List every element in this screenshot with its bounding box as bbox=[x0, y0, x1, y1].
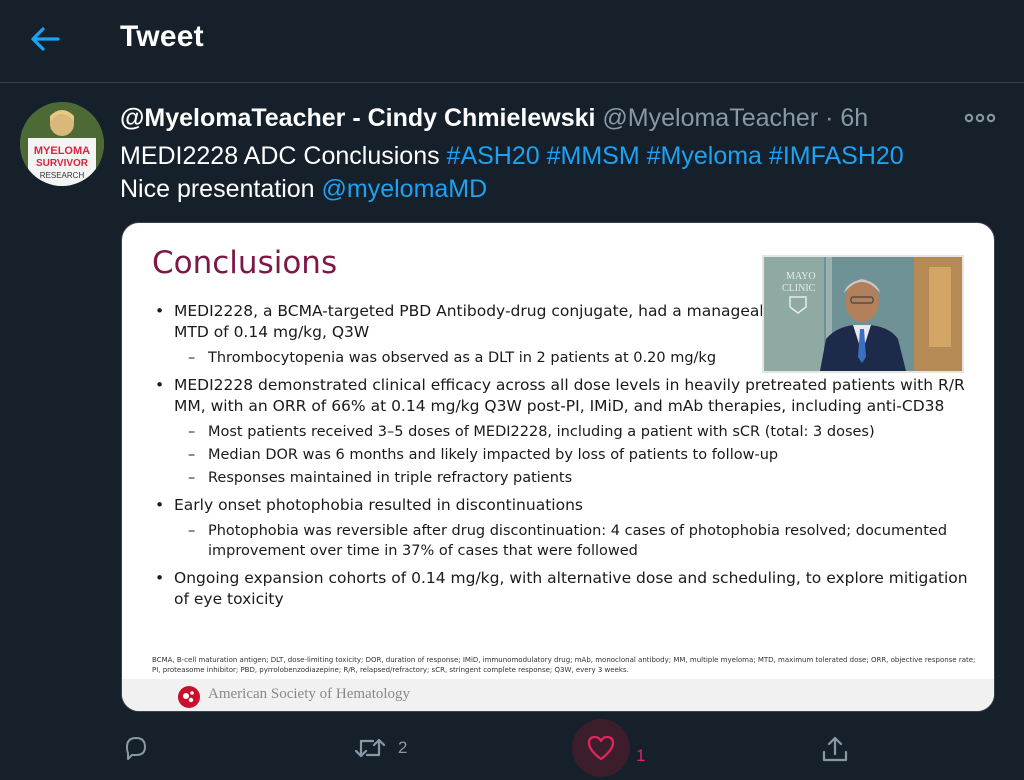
heart-icon bbox=[587, 735, 615, 761]
presentation-slide: Conclusions MEDI2228, a BCMA-targeted PB… bbox=[122, 223, 994, 711]
hashtag-link[interactable]: #IMFASH20 bbox=[769, 142, 904, 170]
slide-sub-bullet: Photophobia was reversible after drug di… bbox=[152, 521, 972, 561]
presenter-video: MAYO CLINIC bbox=[762, 255, 964, 373]
avatar-text-2: SURVIVOR bbox=[36, 158, 89, 169]
header-bar: Tweet bbox=[0, 0, 1024, 83]
separator-dot: · bbox=[825, 104, 834, 132]
slide-bullet: MEDI2228 demonstrated clinical efficacy … bbox=[152, 375, 972, 417]
avatar-text-3: RESEARCH bbox=[40, 171, 85, 180]
back-arrow-icon bbox=[31, 27, 60, 51]
slide-sub-bullet: Most patients received 3–5 doses of MEDI… bbox=[152, 422, 972, 442]
reply-icon bbox=[126, 737, 146, 760]
mention-link[interactable]: @myelomaMD bbox=[322, 175, 488, 203]
reply-button[interactable] bbox=[122, 734, 150, 762]
avatar-text-1: MYELOMA bbox=[34, 145, 90, 157]
avatar[interactable]: MYELOMA SURVIVOR RESEARCH bbox=[20, 102, 104, 186]
slide-bullet: Ongoing expansion cohorts of 0.14 mg/kg,… bbox=[152, 568, 972, 610]
hashtag-link[interactable]: #Myeloma bbox=[647, 142, 762, 170]
author-name[interactable]: @MyelomaTeacher - Cindy Chmielewski bbox=[120, 104, 595, 132]
retweet-icon bbox=[354, 738, 386, 758]
tweet-text-line2: Nice presentation bbox=[120, 175, 322, 203]
tweet-action-bar: 2 1 bbox=[0, 719, 1024, 780]
slide-bullet: Early onset photophobia resulted in disc… bbox=[152, 495, 972, 516]
share-icon bbox=[822, 736, 848, 762]
tweet-text-line1: MEDI2228 ADC Conclusions bbox=[120, 142, 447, 170]
hashtag-link[interactable]: #MMSM bbox=[547, 142, 640, 170]
more-options-button[interactable] bbox=[962, 108, 998, 128]
slide-footnote: BCMA, B-cell maturation antigen; DLT, do… bbox=[152, 656, 976, 674]
like-button[interactable]: 1 bbox=[572, 719, 646, 777]
share-button[interactable] bbox=[820, 734, 850, 764]
author-handle[interactable]: @MyelomaTeacher bbox=[602, 104, 818, 132]
video-logo-2: CLINIC bbox=[782, 283, 816, 294]
slide-title: Conclusions bbox=[152, 245, 338, 281]
retweet-button[interactable]: 2 bbox=[354, 734, 407, 762]
tweet-author-line: @MyelomaTeacher - Cindy Chmielewski @Mye… bbox=[120, 104, 868, 133]
society-name: American Society of Hematology bbox=[208, 686, 411, 702]
like-hover-circle bbox=[572, 719, 630, 777]
page-title: Tweet bbox=[120, 20, 204, 53]
presenter-video-frame: MAYO CLINIC bbox=[764, 257, 962, 371]
tweet-media-image[interactable]: Conclusions MEDI2228, a BCMA-targeted PB… bbox=[121, 222, 995, 712]
like-count: 1 bbox=[636, 745, 646, 765]
tweet-text: MEDI2228 ADC Conclusions #ASH20 #MMSM #M… bbox=[120, 140, 1000, 206]
more-icon bbox=[964, 113, 996, 123]
retweet-count: 2 bbox=[398, 738, 408, 757]
video-logo-1: MAYO bbox=[786, 271, 816, 282]
slide-sub-bullet: Median DOR was 6 months and likely impac… bbox=[152, 445, 972, 465]
tweet-timestamp[interactable]: 6h bbox=[840, 104, 868, 132]
slide-sub-bullet: Responses maintained in triple refractor… bbox=[152, 468, 972, 488]
back-button[interactable] bbox=[24, 20, 66, 58]
hashtag-link[interactable]: #ASH20 bbox=[447, 142, 540, 170]
ash-logo-icon bbox=[178, 686, 200, 708]
avatar-image: MYELOMA SURVIVOR RESEARCH bbox=[20, 102, 104, 186]
